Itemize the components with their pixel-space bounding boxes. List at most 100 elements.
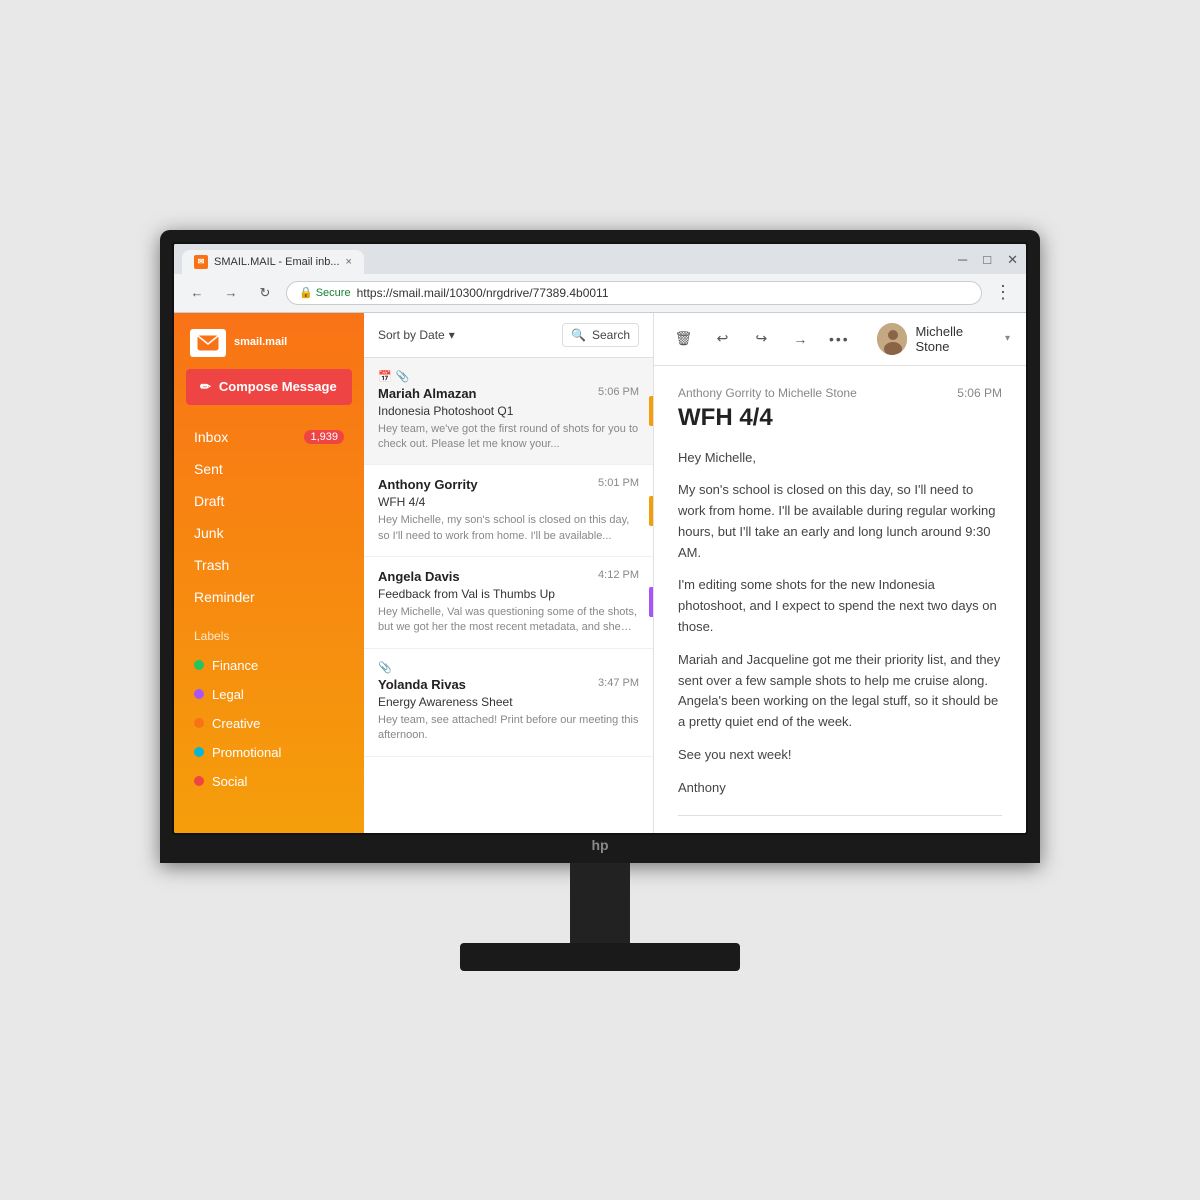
monitor-stand-base [460, 943, 740, 971]
more-dots-icon: ••• [829, 331, 850, 347]
user-avatar [877, 323, 908, 355]
email-time-1: 5:01 PM [598, 477, 639, 489]
finance-dot [194, 660, 204, 670]
body-p3: Mariah and Jacqueline got me their prior… [678, 650, 1002, 733]
browser-tabs: ✉ SMAIL.MAIL - Email inb... × ─ □ ✕ [174, 244, 1026, 274]
sidebar: smail.mail ✏ Compose Message Inbox 1,939 [174, 313, 364, 833]
nav-label-inbox: Inbox [194, 429, 228, 445]
label-legal[interactable]: Legal [186, 680, 352, 709]
url-display: https://smail.mail/10300/nrgdrive/77389.… [357, 286, 609, 300]
legal-dot [194, 689, 204, 699]
email-accent-2 [649, 587, 653, 617]
body-p5: Anthony [678, 778, 1002, 799]
refresh-button[interactable]: ↻ [252, 280, 278, 306]
email-sender-0: Mariah Almazan [378, 386, 477, 401]
social-dot [194, 776, 204, 786]
delete-button[interactable]: 🗑 [670, 325, 697, 353]
monitor-wrapper: ✉ SMAIL.MAIL - Email inb... × ─ □ ✕ ← → … [150, 230, 1050, 971]
reply-area: A 📎 Hey Anthony, Family first! Make sure… [678, 832, 1002, 833]
email-preview-3: Hey team, see attached! Print before our… [378, 713, 639, 744]
sort-button[interactable]: Sort by Date ▾ [378, 328, 455, 342]
nav-items: Inbox 1,939 Sent Draft Junk [174, 421, 364, 613]
calendar-icon: 📅 [378, 370, 392, 383]
compose-icon: ✏ [200, 379, 211, 395]
minimize-button[interactable]: ─ [958, 252, 967, 267]
search-label: Search [592, 328, 630, 342]
reply-p0: Hey Anthony, [714, 832, 1002, 833]
body-p4: See you next week! [678, 745, 1002, 766]
email-time-2: 4:12 PM [598, 569, 639, 581]
email-divider [678, 815, 1002, 816]
social-label: Social [212, 774, 247, 789]
promotional-label: Promotional [212, 745, 281, 760]
user-name: Michelle Stone [915, 324, 997, 354]
creative-label: Creative [212, 716, 260, 731]
email-body: Hey Michelle, My son's school is closed … [678, 448, 1002, 799]
email-item-2[interactable]: Angela Davis 4:12 PM Feedback from Val i… [364, 557, 653, 649]
creative-dot [194, 718, 204, 728]
nav-item-sent[interactable]: Sent [186, 453, 352, 485]
email-subject-3: Energy Awareness Sheet [378, 695, 639, 709]
nav-item-trash[interactable]: Trash [186, 549, 352, 581]
nav-label-trash: Trash [194, 557, 229, 573]
email-item-3[interactable]: 📎 Yolanda Rivas 3:47 PM Energy Awareness… [364, 649, 653, 757]
email-header-0: Mariah Almazan 5:06 PM [378, 386, 639, 401]
reply-body: Hey Anthony, Family first! Make sure you… [714, 832, 1002, 833]
label-finance[interactable]: Finance [186, 651, 352, 680]
email-accent-1 [649, 496, 653, 526]
email-item-1[interactable]: Anthony Gorrity 5:01 PM WFH 4/4 Hey Mich… [364, 465, 653, 557]
browser-controls: ← → ↻ 🔒 Secure https://smail.mail/10300/… [174, 274, 1026, 312]
email-detail: 🗑 ↩ ↪ → ••• [654, 313, 1026, 833]
close-window-button[interactable]: ✕ [1007, 252, 1018, 268]
email-time-0: 5:06 PM [598, 386, 639, 398]
forward-button[interactable]: → [787, 325, 814, 353]
email-preview-1: Hey Michelle, my son's school is closed … [378, 513, 639, 544]
user-chevron-icon: ▾ [1005, 333, 1010, 344]
body-p2: I'm editing some shots for the new Indon… [678, 575, 1002, 637]
nav-item-draft[interactable]: Draft [186, 485, 352, 517]
labels-title: Labels [186, 625, 352, 647]
hp-logo: hp [591, 837, 608, 853]
email-from: Anthony Gorrity to Michelle Stone [678, 386, 857, 400]
email-time-3: 3:47 PM [598, 677, 639, 689]
label-creative[interactable]: Creative [186, 709, 352, 738]
label-promotional[interactable]: Promotional [186, 738, 352, 767]
email-list-header: Sort by Date ▾ 🔍 Search [364, 313, 653, 358]
legal-label: Legal [212, 687, 244, 702]
tab-close-button[interactable]: × [346, 256, 352, 268]
tab-favicon: ✉ [194, 255, 208, 269]
browser-menu-button[interactable]: ⋮ [990, 282, 1016, 303]
nav-label-sent: Sent [194, 461, 223, 477]
email-sender-1: Anthony Gorrity [378, 477, 478, 492]
nav-label-reminder: Reminder [194, 589, 255, 605]
maximize-button[interactable]: □ [983, 252, 991, 267]
attachment-icon: 📎 [396, 370, 410, 383]
monitor-bezel-bottom: hp [172, 835, 1028, 855]
email-list-panel: Sort by Date ▾ 🔍 Search 📅 📎 [364, 313, 654, 833]
email-header-3: Yolanda Rivas 3:47 PM [378, 677, 639, 692]
email-item-0[interactable]: 📅 📎 Mariah Almazan 5:06 PM Indonesia Pho… [364, 358, 653, 466]
more-button[interactable]: ••• [826, 325, 853, 353]
nav-label-junk: Junk [194, 525, 224, 541]
nav-item-reminder[interactable]: Reminder [186, 581, 352, 613]
logo-icon [190, 329, 226, 357]
monitor-stand-neck [570, 863, 630, 943]
label-social[interactable]: Social [186, 767, 352, 796]
inbox-badge: 1,939 [304, 430, 344, 444]
user-area[interactable]: Michelle Stone ▾ [877, 323, 1010, 355]
undo2-button[interactable]: ↪ [748, 325, 775, 353]
nav-item-inbox[interactable]: Inbox 1,939 [186, 421, 352, 453]
browser-tab[interactable]: ✉ SMAIL.MAIL - Email inb... × [182, 250, 364, 274]
nav-item-junk[interactable]: Junk [186, 517, 352, 549]
logo-text: smail.mail [234, 336, 287, 349]
forward-button[interactable]: → [218, 280, 244, 306]
email-subject-0: Indonesia Photoshoot Q1 [378, 404, 639, 418]
text-format-icon[interactable]: A [678, 832, 702, 833]
secure-badge: 🔒 Secure [299, 286, 351, 299]
compose-button[interactable]: ✏ Compose Message [186, 369, 352, 405]
address-bar[interactable]: 🔒 Secure https://smail.mail/10300/nrgdri… [286, 281, 982, 305]
search-button[interactable]: 🔍 Search [562, 323, 639, 347]
back-button[interactable]: ← [184, 280, 210, 306]
detail-toolbar: 🗑 ↩ ↪ → ••• [654, 313, 1026, 366]
undo-button[interactable]: ↩ [709, 325, 736, 353]
